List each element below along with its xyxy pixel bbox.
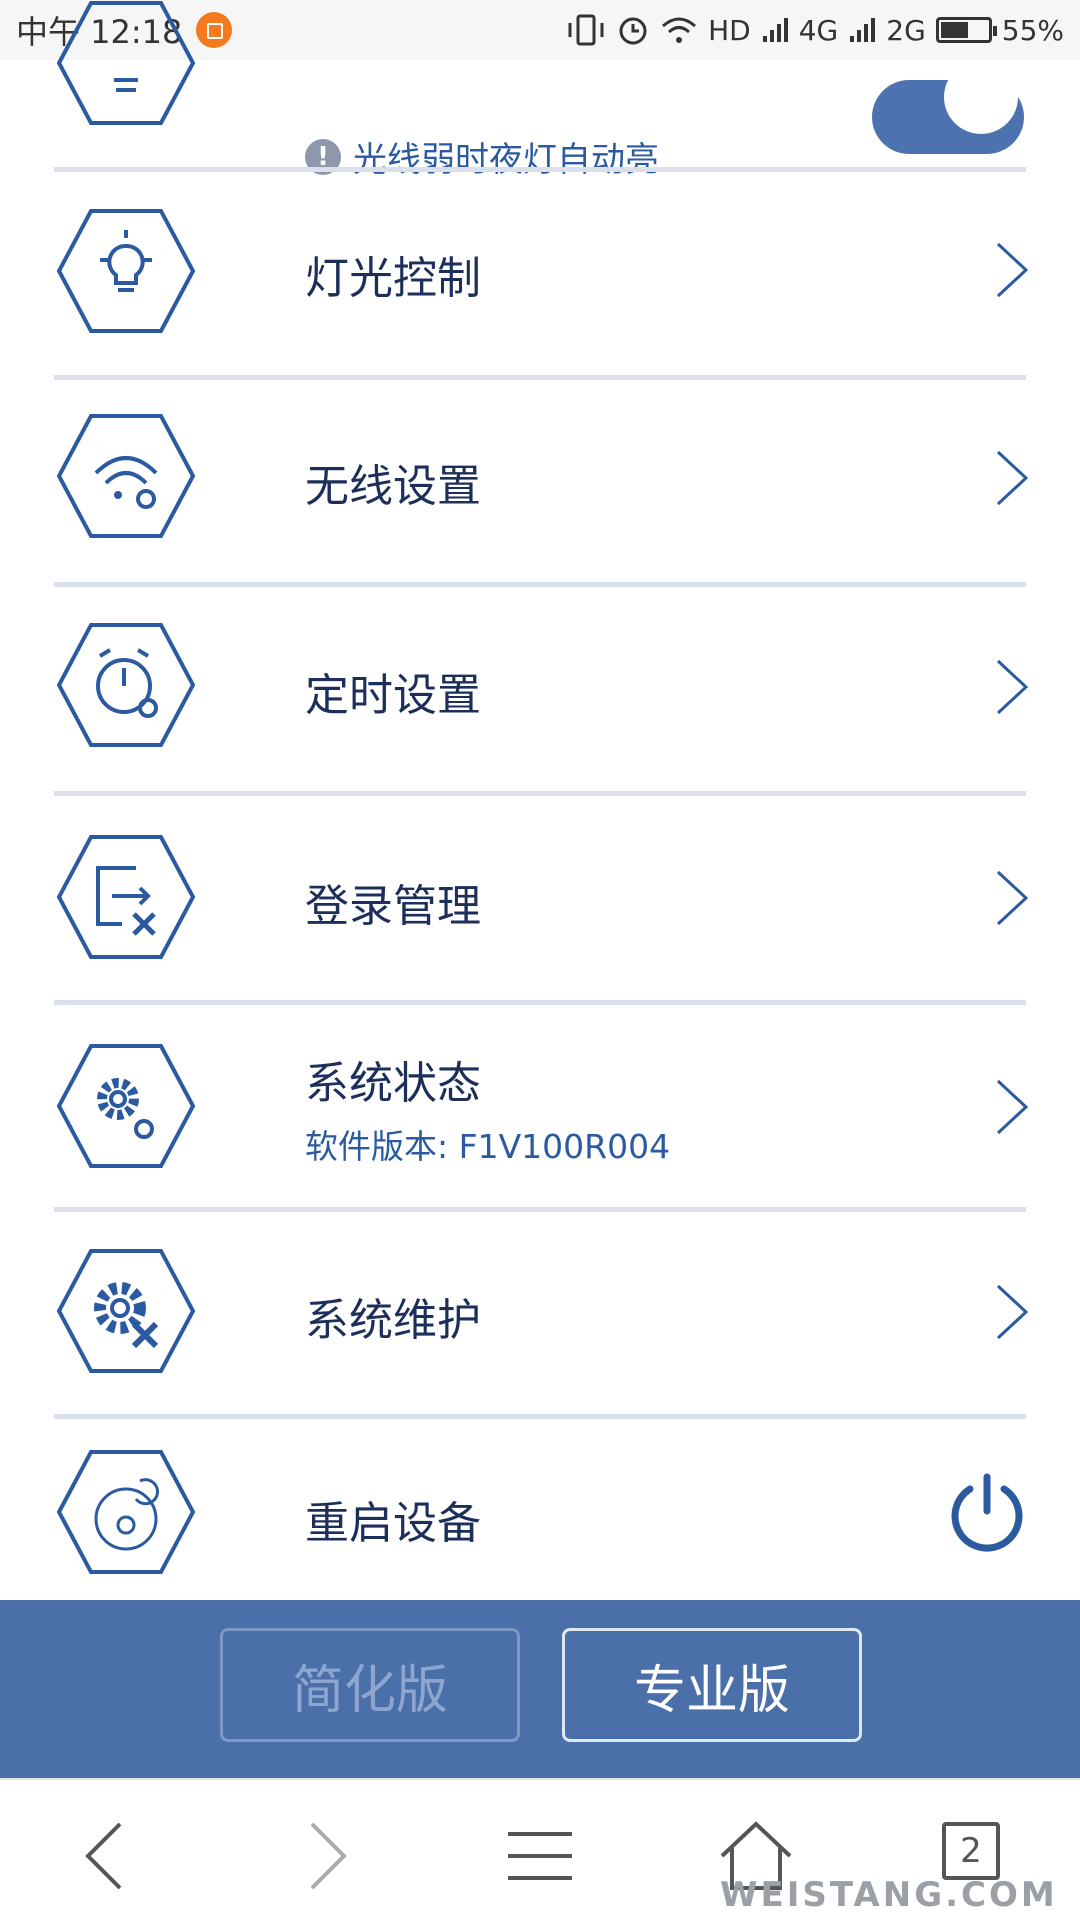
back-icon[interactable] <box>68 1816 148 1896</box>
menu-icon[interactable] <box>500 1816 580 1896</box>
network-hd: HD <box>708 13 751 47</box>
watermark: WEISTANG.COM <box>720 1875 1058 1915</box>
signal-icon <box>762 18 788 42</box>
gear-tools-icon <box>56 1249 196 1373</box>
power-icon[interactable] <box>946 1471 1028 1553</box>
simple-version-button[interactable]: 简化版 <box>220 1628 520 1742</box>
wifi-settings-icon <box>56 414 196 538</box>
pro-version-button[interactable]: 专业版 <box>562 1628 862 1742</box>
login-tools-icon <box>56 835 196 959</box>
menu-item-system-maintenance[interactable]: 系统维护 <box>0 1212 1080 1418</box>
router-restart-icon <box>56 1450 196 1574</box>
forward-icon[interactable] <box>284 1816 364 1896</box>
alarm-icon <box>619 17 647 45</box>
lightbulb-icon <box>56 1 196 125</box>
menu-item-login-management[interactable]: 登录管理 <box>0 796 1080 1004</box>
menu-label: 灯光控制 <box>305 253 481 304</box>
chevron-right-icon <box>996 242 1029 298</box>
alarm-clock-settings-icon <box>56 623 196 747</box>
software-version: 软件版本: F1V100R004 <box>305 1127 671 1166</box>
notification-app-icon <box>196 12 233 48</box>
menu-label: 登录管理 <box>305 881 481 932</box>
chevron-right-icon <box>996 1284 1029 1340</box>
gears-icon <box>56 1044 196 1168</box>
tabs-button[interactable]: 2 <box>942 1822 1000 1880</box>
menu-label: 定时设置 <box>305 670 481 721</box>
menu-item-restart-device[interactable]: 重启设备 <box>0 1419 1080 1600</box>
chevron-right-icon <box>996 870 1029 926</box>
battery-level: 55% <box>1001 13 1064 47</box>
menu-label: 无线设置 <box>305 461 481 512</box>
lightbulb-icon <box>56 209 196 333</box>
menu-item-timer-settings[interactable]: 定时设置 <box>0 587 1080 795</box>
network-2g: 2G <box>886 13 926 47</box>
menu-label: 重启设备 <box>305 1498 481 1549</box>
menu-label: 系统维护 <box>305 1295 481 1346</box>
menu-item-light-control[interactable]: 灯光控制 <box>0 172 1080 375</box>
menu-item-wireless-settings[interactable]: 无线设置 <box>0 380 1080 585</box>
menu-item-system-status[interactable]: 系统状态 软件版本: F1V100R004 <box>0 1005 1080 1210</box>
wifi-icon <box>662 17 697 43</box>
network-4g: 4G <box>798 13 839 47</box>
version-switch-bar: 简化版 专业版 <box>0 1600 1080 1778</box>
menu-label: 系统状态 <box>305 1058 481 1109</box>
night-light-row: ! 光线弱时夜灯自动亮 <box>0 1 1080 180</box>
signal-icon <box>850 18 876 42</box>
chevron-right-icon <box>996 450 1029 506</box>
chevron-right-icon <box>996 1079 1029 1135</box>
chevron-right-icon <box>996 659 1029 715</box>
night-light-toggle[interactable] <box>872 60 1024 154</box>
battery-icon <box>935 17 997 43</box>
vibrate-icon <box>568 14 604 46</box>
